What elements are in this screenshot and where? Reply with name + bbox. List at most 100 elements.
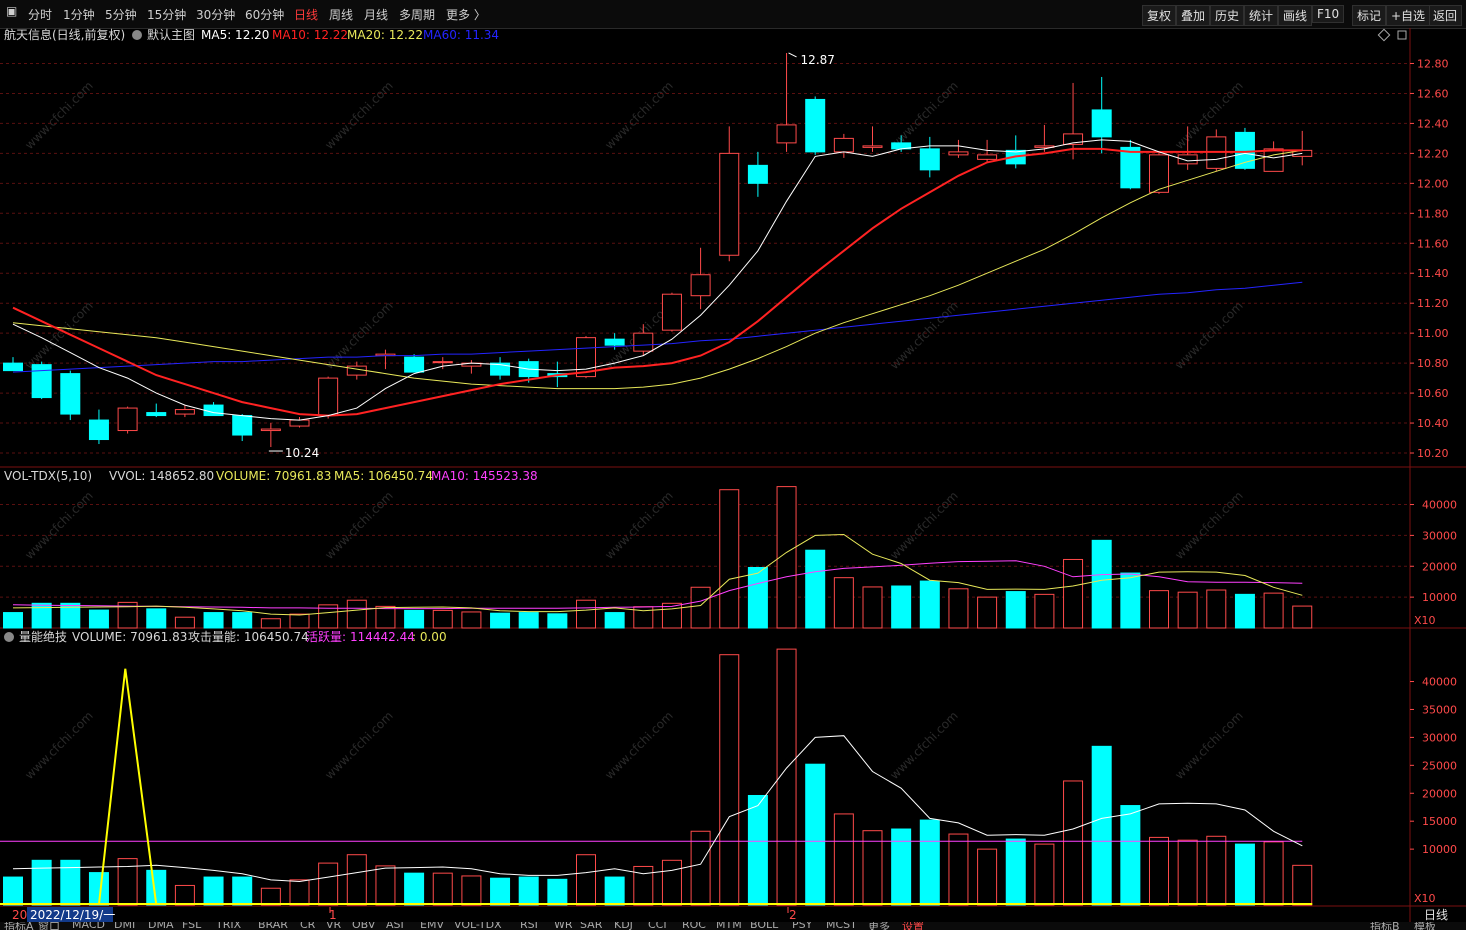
high-marker-label: 12.87: [801, 53, 835, 67]
candle-body-14: [404, 356, 425, 373]
vol-bar-37: [1063, 558, 1084, 629]
energy-bar-21: [604, 876, 625, 906]
energy-tick-label-1: 35000: [1422, 703, 1457, 716]
vol-title: VOL-TDX(5,10): [4, 469, 92, 483]
energy-bar-1: [31, 859, 52, 906]
price-tick-label-4: 12.00: [1417, 177, 1449, 190]
vol-tick-label-3: 10000: [1422, 591, 1457, 604]
vol-bar-14: [404, 609, 425, 629]
candle-body-24: [690, 274, 711, 297]
indicator-tab-15[interactable]: WR: [554, 922, 573, 930]
indicator-template-tab-0[interactable]: 指标B: [1370, 922, 1400, 930]
indicator-tab-19[interactable]: ROC: [682, 922, 706, 930]
price-tick-label-3: 12.20: [1417, 147, 1449, 160]
candle-body-43: [1234, 131, 1255, 169]
indicator-tab-12[interactable]: EMV: [420, 922, 444, 930]
ma20-value: MA20: 12.22: [347, 28, 423, 42]
vol-bar-42: [1206, 589, 1227, 629]
chart-menu-icon: [132, 30, 142, 40]
watermark-14: www.cfchi.com: [1172, 489, 1246, 563]
energy-bar-45: [1292, 864, 1313, 906]
watermark-10: www.cfchi.com: [22, 489, 96, 563]
vol-bar-44: [1263, 592, 1284, 629]
vol-tick-label-0: 40000: [1422, 499, 1457, 512]
energy-bar-31: [891, 828, 912, 906]
energy-bar-40: [1149, 836, 1169, 906]
chart-label: 默认主图: [147, 27, 195, 42]
indicator-tab-17[interactable]: KDJ: [614, 922, 633, 930]
indicator-tab-10[interactable]: OBV: [352, 922, 375, 930]
watermark-11: www.cfchi.com: [322, 489, 396, 563]
indicator-tab-20[interactable]: MTM: [716, 922, 742, 930]
indicator-tab-9[interactable]: VR: [326, 922, 341, 930]
energy-bar-33: [948, 833, 969, 906]
vol-bar-36: [1034, 593, 1055, 629]
vol-bar-17: [490, 612, 511, 629]
price-tick-label-8: 11.20: [1417, 297, 1449, 310]
candle-body-41: [1177, 154, 1198, 165]
indicator-tab-25[interactable]: 设置: [902, 922, 924, 930]
energy-volume: VOLUME: 70961.83: [72, 630, 187, 644]
indicator-tab-21[interactable]: BOLL: [750, 922, 778, 930]
candle-body-11: [318, 377, 339, 417]
indicator-tab-16[interactable]: SAR: [580, 922, 602, 930]
watermark-8: www.cfchi.com: [887, 299, 961, 373]
energy-bar-17: [490, 877, 511, 906]
indicator-tab-23[interactable]: MCST: [826, 922, 857, 930]
candle-body-34: [977, 154, 998, 160]
price-tick-label-7: 11.40: [1417, 267, 1449, 280]
vol-bar-43: [1234, 593, 1255, 629]
energy-bar-20: [576, 854, 596, 906]
indicator-tab-18[interactable]: CCI: [648, 922, 667, 930]
candle-body-38: [1091, 109, 1112, 138]
candle-body-23: [661, 293, 682, 331]
energy-bar-26: [747, 794, 768, 906]
indicator-tab-1[interactable]: 窗口: [38, 922, 60, 930]
vol-bar-19: [547, 613, 568, 629]
indicator-tab-14[interactable]: RSI: [520, 922, 538, 930]
indicator-tab-13[interactable]: VOL-TDX: [454, 922, 502, 930]
indicator-tab-5[interactable]: FSL: [182, 922, 201, 930]
energy-bar-30: [862, 830, 883, 906]
energy-bar-43: [1234, 843, 1255, 906]
candle-body-27: [776, 124, 797, 144]
energy-menu-icon: [4, 632, 14, 642]
vol-bar-33: [948, 588, 969, 629]
ma5-line: [12, 139, 1303, 421]
vol-volume: VOLUME: 70961.83: [216, 469, 331, 483]
indicator-template-tab-1[interactable]: 模板: [1414, 922, 1436, 930]
price-tick-label-0: 12.80: [1417, 57, 1449, 70]
energy-bar-35: [1005, 838, 1026, 906]
vol-bar-1: [31, 602, 52, 629]
energy-bar-41: [1177, 839, 1198, 906]
indicator-tab-8[interactable]: CR: [300, 922, 315, 930]
square-icon: [1397, 30, 1407, 40]
vol-bar-45: [1292, 605, 1313, 629]
vol-bar-20: [576, 599, 596, 629]
price-tick-label-6: 11.60: [1417, 237, 1449, 250]
vol-bar-0: [3, 612, 23, 629]
low-marker-label: 10.24: [285, 446, 319, 460]
price-tick-label-12: 10.40: [1417, 417, 1449, 430]
ma20-line: [12, 149, 1303, 390]
indicator-tab-6[interactable]: TRIX: [216, 922, 241, 930]
indicator-tab-24[interactable]: 更多: [868, 922, 890, 930]
indicator-tab-7[interactable]: BRAR: [258, 922, 288, 930]
indicator-tab-2[interactable]: MACD: [72, 922, 105, 930]
diamond-icon: [1377, 28, 1391, 42]
energy-bar-25: [719, 654, 740, 906]
energy-bar-4: [117, 858, 138, 906]
indicator-tab-11[interactable]: ASI: [386, 922, 404, 930]
watermark-16: www.cfchi.com: [322, 709, 396, 783]
vol-bar-21: [604, 612, 625, 629]
indicator-tab-0[interactable]: 指标A: [4, 922, 34, 930]
vol-bar-41: [1177, 591, 1198, 629]
watermark-2: www.cfchi.com: [602, 79, 676, 153]
indicator-tab-3[interactable]: DMI: [114, 922, 135, 930]
vol-bar-7: [203, 612, 224, 629]
energy-tick-label-5: 15000: [1422, 815, 1457, 828]
ma10-line: [12, 147, 1303, 417]
indicator-tab-22[interactable]: PSY: [792, 922, 812, 930]
indicator-tab-4[interactable]: DMA: [148, 922, 174, 930]
energy-bar-23: [661, 859, 682, 906]
